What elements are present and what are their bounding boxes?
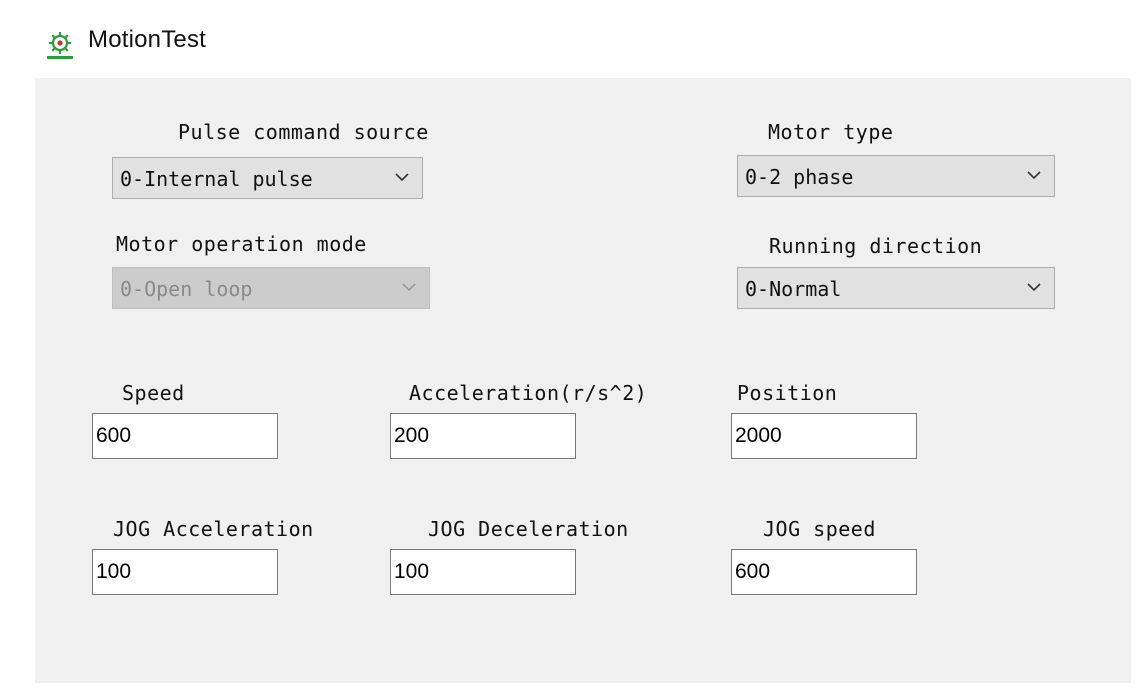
acceleration-label: Acceleration(r/s^2): [409, 381, 648, 405]
motor-operation-mode-value: 0-Open loop: [120, 277, 253, 301]
speed-input[interactable]: [92, 413, 278, 459]
chevron-down-icon: [1027, 171, 1041, 180]
pulse-command-source-select[interactable]: 0-Internal pulse: [112, 157, 423, 199]
pulse-command-source-label: Pulse command source: [178, 120, 429, 144]
position-input[interactable]: [731, 413, 917, 459]
jog-acceleration-input[interactable]: [92, 549, 278, 595]
running-direction-label: Running direction: [769, 234, 983, 258]
window-title: MotionTest: [88, 26, 207, 53]
pulse-command-source-value: 0-Internal pulse: [120, 167, 313, 191]
chevron-down-icon: [395, 173, 409, 182]
speed-label: Speed: [122, 381, 185, 405]
jog-speed-label: JOG speed: [763, 517, 876, 541]
position-label: Position: [737, 381, 838, 405]
running-direction-select[interactable]: 0-Normal: [737, 267, 1055, 309]
motor-operation-mode-label: Motor operation mode: [116, 232, 367, 256]
acceleration-input[interactable]: [390, 413, 576, 459]
chevron-down-icon: [402, 283, 416, 292]
running-direction-value: 0-Normal: [745, 277, 842, 301]
gear-settings-icon: [47, 32, 73, 59]
chevron-down-icon: [1027, 283, 1041, 292]
motor-operation-mode-select: 0-Open loop: [112, 267, 430, 309]
jog-acceleration-label: JOG Acceleration: [113, 517, 314, 541]
jog-speed-input[interactable]: [731, 549, 917, 595]
motor-type-select[interactable]: 0-2 phase: [737, 155, 1055, 197]
motor-type-label: Motor type: [768, 120, 894, 144]
title-bar: MotionTest: [0, 0, 1143, 78]
motor-type-value: 0-2 phase: [745, 165, 854, 189]
jog-deceleration-label: JOG Deceleration: [428, 517, 629, 541]
jog-deceleration-input[interactable]: [390, 549, 576, 595]
